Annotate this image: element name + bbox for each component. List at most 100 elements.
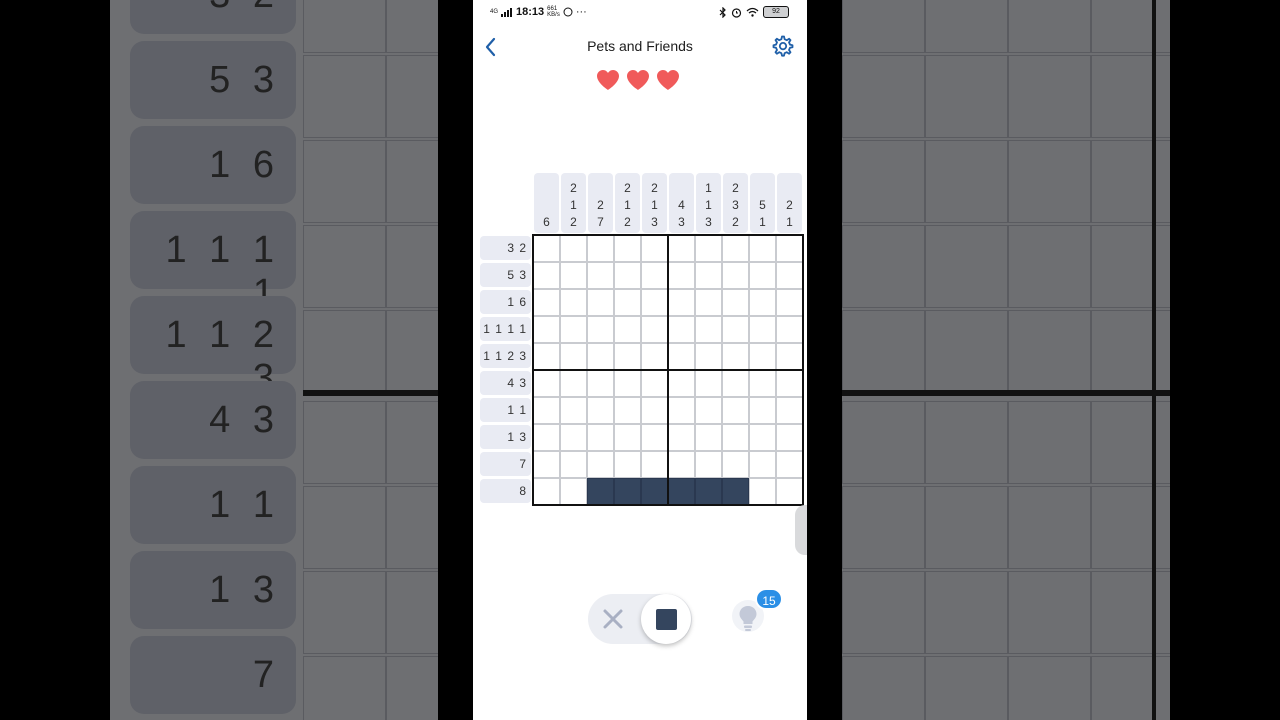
grid-cell[interactable] (587, 289, 614, 316)
grid-cell[interactable] (533, 262, 560, 289)
grid-cell[interactable] (533, 343, 560, 370)
grid-cell[interactable] (668, 235, 695, 262)
grid-cell[interactable] (614, 289, 641, 316)
grid-cell[interactable] (749, 235, 776, 262)
grid-cell[interactable] (641, 451, 668, 478)
grid-cell[interactable] (560, 289, 587, 316)
grid-cell[interactable] (695, 316, 722, 343)
grid-cell[interactable] (560, 235, 587, 262)
grid-cell[interactable] (560, 370, 587, 397)
grid-cell[interactable] (641, 370, 668, 397)
grid-cell[interactable] (668, 478, 695, 505)
grid-cell[interactable] (695, 289, 722, 316)
grid-cell[interactable] (533, 397, 560, 424)
grid-cell[interactable] (749, 397, 776, 424)
grid-cell[interactable] (749, 262, 776, 289)
grid-cell[interactable] (533, 451, 560, 478)
grid-cell[interactable] (533, 235, 560, 262)
grid-cell[interactable] (722, 262, 749, 289)
grid-cell[interactable] (587, 343, 614, 370)
grid-cell[interactable] (776, 289, 803, 316)
grid-cell[interactable] (560, 343, 587, 370)
puzzle-grid[interactable] (532, 234, 804, 506)
grid-cell[interactable] (614, 397, 641, 424)
grid-cell[interactable] (749, 424, 776, 451)
grid-cell[interactable] (587, 424, 614, 451)
grid-cell[interactable] (668, 289, 695, 316)
grid-cell[interactable] (722, 370, 749, 397)
grid-cell[interactable] (560, 451, 587, 478)
grid-cell[interactable] (776, 451, 803, 478)
grid-cell[interactable] (668, 370, 695, 397)
grid-cell[interactable] (776, 262, 803, 289)
grid-cell[interactable] (587, 397, 614, 424)
grid-cell[interactable] (668, 316, 695, 343)
grid-cell[interactable] (560, 478, 587, 505)
grid-cell[interactable] (776, 424, 803, 451)
grid-cell[interactable] (641, 424, 668, 451)
grid-cell[interactable] (695, 343, 722, 370)
grid-cell[interactable] (749, 289, 776, 316)
grid-cell[interactable] (722, 235, 749, 262)
grid-cell[interactable] (560, 424, 587, 451)
grid-cell[interactable] (668, 451, 695, 478)
settings-button[interactable] (771, 34, 795, 58)
grid-cell[interactable] (641, 316, 668, 343)
grid-cell[interactable] (587, 370, 614, 397)
grid-cell[interactable] (695, 235, 722, 262)
grid-cell[interactable] (587, 451, 614, 478)
grid-cell[interactable] (614, 370, 641, 397)
grid-cell[interactable] (614, 451, 641, 478)
grid-cell[interactable] (695, 424, 722, 451)
grid-cell[interactable] (560, 397, 587, 424)
grid-cell[interactable] (776, 478, 803, 505)
grid-cell[interactable] (587, 262, 614, 289)
grid-cell[interactable] (668, 343, 695, 370)
grid-cell[interactable] (533, 316, 560, 343)
grid-cell[interactable] (560, 262, 587, 289)
grid-cell[interactable] (776, 343, 803, 370)
grid-cell[interactable] (614, 478, 641, 505)
grid-cell[interactable] (722, 451, 749, 478)
grid-cell[interactable] (587, 316, 614, 343)
grid-cell[interactable] (641, 262, 668, 289)
grid-cell[interactable] (776, 397, 803, 424)
grid-cell[interactable] (722, 289, 749, 316)
grid-cell[interactable] (776, 235, 803, 262)
grid-cell[interactable] (614, 316, 641, 343)
grid-cell[interactable] (668, 262, 695, 289)
grid-cell[interactable] (722, 424, 749, 451)
grid-cell[interactable] (668, 397, 695, 424)
grid-cell[interactable] (749, 343, 776, 370)
cross-mode-button[interactable] (600, 606, 626, 632)
grid-cell[interactable] (722, 478, 749, 505)
grid-cell[interactable] (533, 289, 560, 316)
grid-cell[interactable] (749, 451, 776, 478)
grid-cell[interactable] (641, 478, 668, 505)
grid-cell[interactable] (695, 262, 722, 289)
grid-cell[interactable] (533, 370, 560, 397)
grid-cell[interactable] (533, 424, 560, 451)
grid-cell[interactable] (587, 235, 614, 262)
grid-cell[interactable] (587, 478, 614, 505)
grid-cell[interactable] (614, 262, 641, 289)
grid-cell[interactable] (776, 370, 803, 397)
grid-cell[interactable] (614, 424, 641, 451)
fill-mode-button[interactable] (641, 594, 691, 644)
grid-cell[interactable] (722, 397, 749, 424)
grid-cell[interactable] (776, 316, 803, 343)
grid-cell[interactable] (695, 370, 722, 397)
grid-cell[interactable] (749, 316, 776, 343)
grid-cell[interactable] (749, 370, 776, 397)
grid-cell[interactable] (533, 478, 560, 505)
grid-cell[interactable] (695, 478, 722, 505)
grid-cell[interactable] (749, 478, 776, 505)
grid-cell[interactable] (641, 235, 668, 262)
grid-cell[interactable] (641, 397, 668, 424)
grid-cell[interactable] (641, 289, 668, 316)
grid-cell[interactable] (614, 235, 641, 262)
mode-toggle[interactable] (588, 594, 692, 644)
grid-cell[interactable] (695, 397, 722, 424)
grid-cell[interactable] (695, 451, 722, 478)
grid-cell[interactable] (722, 316, 749, 343)
